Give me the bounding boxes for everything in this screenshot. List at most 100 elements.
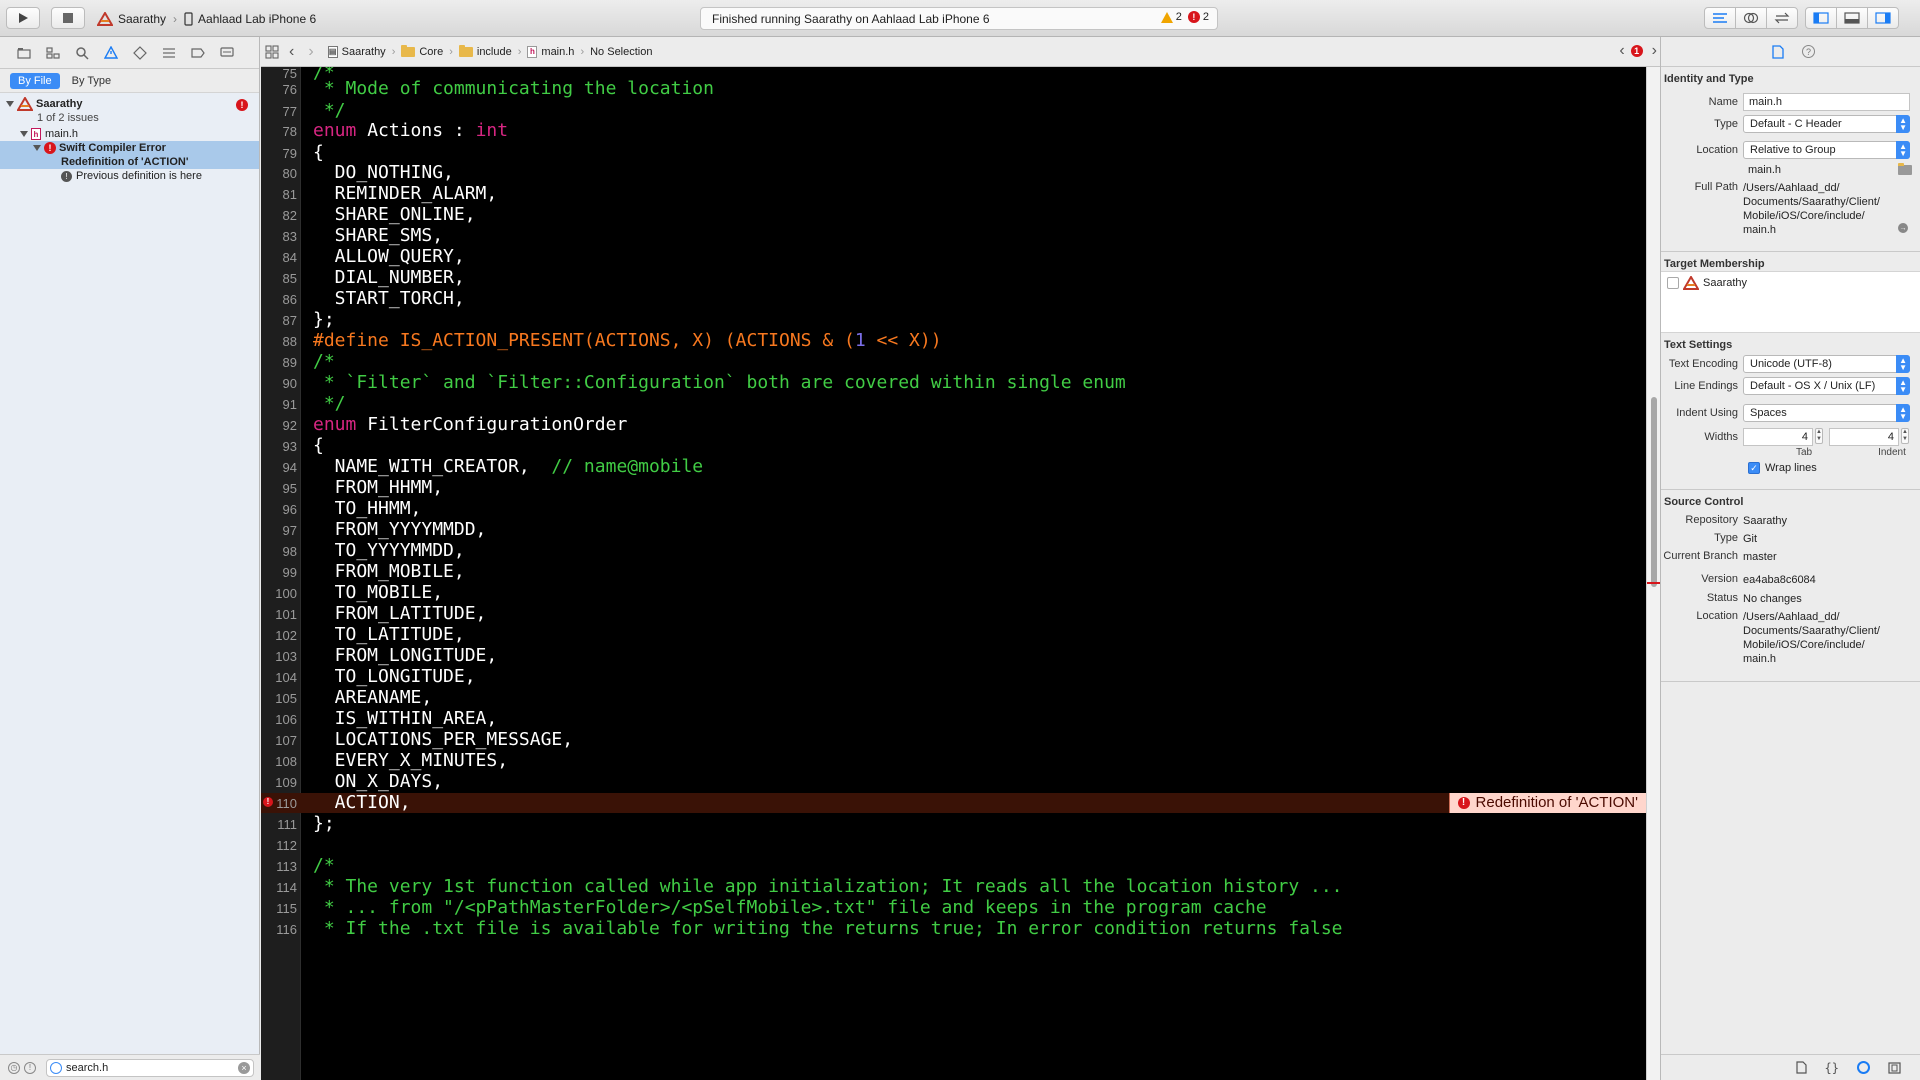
code-line[interactable]: 111}; [261,814,1646,834]
project-navigator-tab[interactable] [16,45,32,61]
encoding-popup[interactable]: Unicode (UTF-8) ▲ ▼ [1743,355,1910,373]
code-line[interactable]: 116 * If the .txt file is available for … [261,919,1646,939]
breakpoint-navigator-tab[interactable] [190,45,206,61]
related-items-icon[interactable] [265,44,279,59]
code-line[interactable]: 98 TO_YYYYMMDD, [261,541,1646,561]
code-line[interactable]: 113 /* [261,856,1646,876]
code-line[interactable]: 87}; [261,310,1646,330]
help-icon[interactable]: ? [1802,45,1815,58]
scheme-selector[interactable]: Saarathy › Aahlaad Lab iPhone 6 [97,9,316,29]
code-line[interactable]: 115 * ... from "/<pPathMasterFolder>/<pS… [261,898,1646,918]
code-line[interactable]: 97 FROM_YYYYMMDD, [261,520,1646,540]
next-issue-icon[interactable]: › [1652,43,1657,59]
find-navigator-tab[interactable] [74,45,90,61]
code-line[interactable]: 79 { [261,143,1646,163]
debug-navigator-tab[interactable] [161,45,177,61]
standard-editor-button[interactable] [1704,7,1736,29]
code-line[interactable]: 92 enum FilterConfigurationOrder [261,415,1646,435]
code-line[interactable]: 94 NAME_WITH_CREATOR, // name@mobile [261,457,1646,477]
code-line[interactable]: 93 { [261,436,1646,456]
media-library-icon[interactable] [1888,1061,1901,1074]
code-line[interactable]: 105 AREANAME, [261,688,1646,708]
recent-filter-icon[interactable]: ◷ [8,1061,20,1074]
scope-by-type[interactable]: By Type [64,73,120,89]
code-line[interactable]: 103 FROM_LONGITUDE, [261,646,1646,666]
scheme-name[interactable]: Saarathy [118,12,166,26]
assistant-editor-button[interactable] [1735,7,1767,29]
code-line[interactable]: 106 IS_WITHIN_AREA, [261,709,1646,729]
tab-width-field[interactable]: 4 [1743,428,1813,446]
code-line[interactable]: 112 [261,835,1646,855]
editor-scrollbar[interactable] [1646,67,1661,1080]
toggle-navigator-button[interactable] [1805,7,1837,29]
forward-icon[interactable]: › [308,43,313,61]
code-line[interactable]: 89 /* [261,352,1646,372]
code-line[interactable]: 81 REMINDER_ALARM, [261,184,1646,204]
scrollbar-thumb[interactable] [1651,397,1657,587]
reveal-in-finder-icon[interactable]: → [1898,223,1908,233]
code-line[interactable]: 82 SHARE_ONLINE, [261,205,1646,225]
code-line[interactable]: 86 START_TORCH, [261,289,1646,309]
source-editor[interactable]: 75/* 76 * Mode of communicating the locat… [261,67,1646,1080]
code-line[interactable]: 96 TO_HHMM, [261,499,1646,519]
code-line[interactable]: 108 EVERY_X_MINUTES, [261,751,1646,771]
crumb-core[interactable]: Core › [401,44,453,58]
report-navigator-tab[interactable] [219,45,235,61]
code-line[interactable]: 95 FROM_HHMM, [261,478,1646,498]
code-line[interactable]: 110 ACTION,!Redefinition of 'ACTION' [261,793,1646,813]
issue-message[interactable]: Redefinition of 'ACTION' [0,155,259,169]
endings-popup[interactable]: Default - OS X / Unix (LF) ▲ ▼ [1743,377,1910,395]
issue-badges[interactable]: 2 ! 2 [1160,11,1209,24]
error-gutter-icon[interactable]: ! [263,797,273,807]
crumb-project[interactable]: ▤ Saarathy › [327,45,395,58]
code-line[interactable]: 88 #define IS_ACTION_PRESENT(ACTIONS, X) … [261,331,1646,351]
code-snippet-icon[interactable]: {} [1825,1061,1839,1075]
crumb-file[interactable]: h main.h › [527,45,584,58]
crumb-include[interactable]: include › [458,44,521,58]
previous-issue-icon[interactable]: ‹ [1619,43,1624,59]
issue-row[interactable]: ! Swift Compiler Error [0,141,259,155]
object-library-icon[interactable] [1857,1061,1870,1074]
crumb-symbol[interactable]: No Selection [590,46,652,58]
toggle-utilities-button[interactable] [1867,7,1899,29]
name-field[interactable]: main.h [1743,93,1910,111]
wrap-row[interactable]: ✓ Wrap lines [1748,462,1817,474]
toggle-debug-area-button[interactable] [1836,7,1868,29]
code-line[interactable]: 101 FROM_LATITUDE, [261,604,1646,624]
target-checkbox[interactable] [1667,277,1679,289]
project-node[interactable]: Saarathy ! [0,97,259,111]
error-icon[interactable]: 1 [1630,45,1643,57]
indent-popup[interactable]: Spaces ▲ ▼ [1743,404,1910,422]
choose-folder-icon[interactable] [1898,163,1912,175]
code-line[interactable]: 84 ALLOW_QUERY, [261,247,1646,267]
device-name[interactable]: Aahlaad Lab iPhone 6 [198,12,316,26]
file-node[interactable]: h main.h [0,127,259,141]
type-popup[interactable]: Default - C Header ▲ ▼ [1743,115,1910,133]
indent-width-stepper[interactable]: ▲ ▼ [1901,428,1909,444]
code-line[interactable]: 99 FROM_MOBILE, [261,562,1646,582]
code-line[interactable]: 114 * The very 1st function called while… [261,877,1646,897]
code-line[interactable]: 104 TO_LONGITUDE, [261,667,1646,687]
code-line[interactable]: 107 LOCATIONS_PER_MESSAGE, [261,730,1646,750]
code-line[interactable]: 83 SHARE_SMS, [261,226,1646,246]
inline-error-annotation[interactable]: Redefinition of 'ACTION' [1448,793,1646,813]
code-line[interactable]: 77 */ [261,101,1646,121]
code-line[interactable]: 80 DO_NOTHING, [261,163,1646,183]
filter-input[interactable]: search.h × [46,1059,254,1077]
run-button[interactable] [6,7,40,29]
code-line[interactable]: 76 * Mode of communicating the location [261,79,1646,99]
target-row[interactable]: Saarathy [1667,276,1747,290]
stop-button[interactable] [51,7,85,29]
file-template-icon[interactable] [1795,1061,1807,1074]
code-line[interactable]: 85 DIAL_NUMBER, [261,268,1646,288]
scope-by-file[interactable]: By File [10,72,60,89]
tab-width-stepper[interactable]: ▲ ▼ [1815,428,1823,444]
version-editor-button[interactable] [1766,7,1798,29]
code-line[interactable]: 91 */ [261,394,1646,414]
scm-filter-icon[interactable]: ! [24,1061,36,1074]
issue-note-row[interactable]: ! Previous definition is here [0,169,259,183]
code-line[interactable]: 78 enum Actions : int [261,121,1646,141]
wrap-checkbox[interactable]: ✓ [1748,462,1760,474]
indent-width-field[interactable]: 4 [1829,428,1899,446]
code-line[interactable]: 100 TO_MOBILE, [261,583,1646,603]
